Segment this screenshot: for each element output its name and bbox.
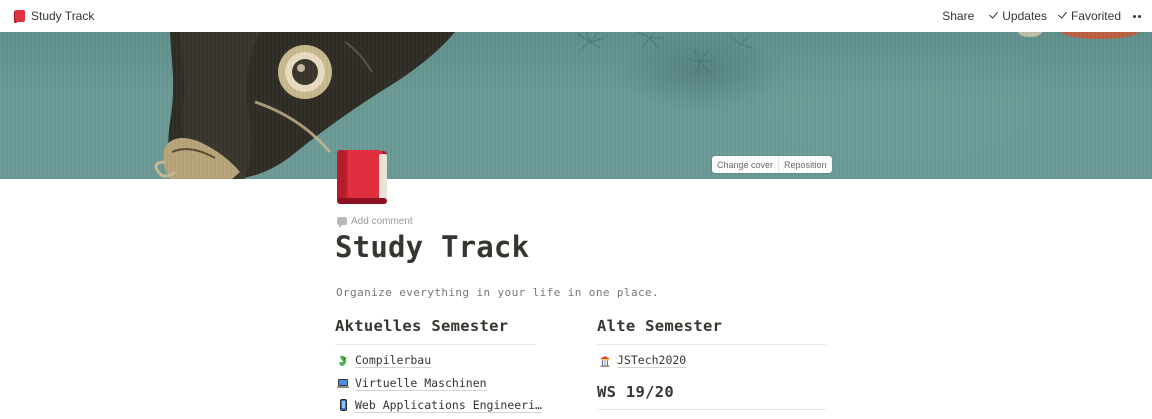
mobile-phone-icon: [337, 399, 349, 411]
page-description[interactable]: Organize everything in your life in one …: [336, 286, 659, 299]
favorited-label: Favorited: [1070, 9, 1121, 23]
heading-ws-19-20[interactable]: WS 19/20: [597, 383, 674, 401]
breadcrumb-page[interactable]: Study Track: [10, 6, 98, 26]
carousel-icon: [599, 354, 611, 367]
check-icon: [988, 11, 998, 21]
page-link-web-applications[interactable]: Web Applications Engineeri…: [337, 396, 542, 414]
check-icon: [1057, 11, 1067, 21]
laptop-icon: [337, 377, 349, 389]
breadcrumb-title: Study Track: [31, 9, 95, 23]
page-link-label: Web Applications Engineeri…: [355, 397, 542, 413]
carp-painting: [154, 32, 1138, 179]
page-link-label: JSTech2020: [617, 352, 687, 368]
dragon-icon: [337, 354, 349, 366]
page-link-jstech2020[interactable]: JSTech2020: [599, 351, 687, 369]
comment-icon: [337, 217, 347, 228]
cover-controls: Change cover Reposition: [712, 156, 832, 173]
updates-label: Updates: [1002, 9, 1047, 23]
red-book-icon: [14, 9, 25, 23]
top-bar: Study Track Share Updates Favorited: [0, 0, 1152, 32]
page-link-compilerbau[interactable]: Compilerbau: [337, 351, 432, 369]
add-comment-label: Add comment: [351, 215, 413, 227]
red-book-icon[interactable]: [335, 148, 391, 206]
divider: [335, 344, 536, 345]
share-button[interactable]: Share: [937, 6, 979, 26]
topbar-actions: Share Updates Favorited: [937, 6, 1152, 26]
updates-button[interactable]: Updates: [983, 6, 1052, 26]
cover-image: Change cover Reposition: [0, 32, 1152, 179]
heading-aktuelles-semester[interactable]: Aktuelles Semester: [335, 317, 508, 335]
change-cover-button[interactable]: Change cover: [712, 156, 778, 173]
divider: [597, 409, 826, 410]
add-comment-button[interactable]: Add comment: [337, 213, 413, 229]
reposition-button[interactable]: Reposition: [778, 156, 832, 173]
favorited-button[interactable]: Favorited: [1052, 6, 1126, 26]
share-label: Share: [942, 9, 975, 23]
page-title[interactable]: Study Track: [335, 230, 529, 264]
page-link-virtuelle-maschinen[interactable]: Virtuelle Maschinen: [337, 374, 487, 392]
divider: [597, 344, 826, 345]
heading-alte-semester[interactable]: Alte Semester: [597, 317, 722, 335]
page-link-label: Virtuelle Maschinen: [355, 375, 487, 391]
more-dots-icon[interactable]: [1126, 6, 1148, 26]
page-link-label: Compilerbau: [355, 352, 432, 368]
